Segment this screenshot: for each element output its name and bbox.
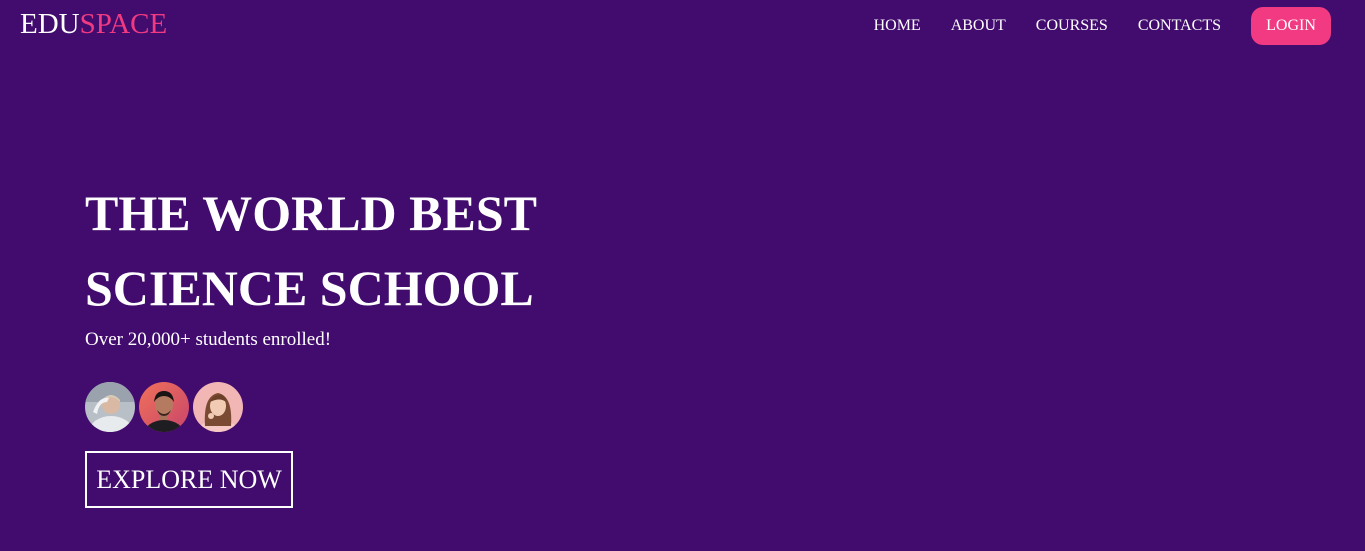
hero-title-line1: THE WORLD BEST	[85, 185, 538, 241]
explore-now-button[interactable]: EXPLORE NOW	[85, 451, 293, 508]
brand-logo-part1: EDU	[20, 8, 80, 40]
brand-logo-part2: SPACE	[79, 8, 168, 40]
nav-about[interactable]: ABOUT	[951, 17, 1006, 35]
nav-courses[interactable]: COURSES	[1036, 17, 1108, 35]
nav-contacts[interactable]: CONTACTS	[1138, 17, 1221, 35]
main-nav: HOME ABOUT COURSES CONTACTS LOGIN	[874, 7, 1331, 45]
student-avatars	[85, 382, 537, 432]
hero-subtitle: Over 20,000+ students enrolled!	[85, 329, 332, 350]
avatar	[193, 382, 243, 432]
nav-home[interactable]: HOME	[874, 17, 921, 35]
hero-title-line2: SCIENCE SCHOOL	[85, 260, 534, 316]
avatar	[85, 382, 135, 432]
avatar	[139, 382, 189, 432]
brand-logo[interactable]: EDUSPACE	[20, 7, 167, 41]
hero-section: THE WORLD BEST SCIENCE SCHOOL Over 20,00…	[85, 176, 537, 508]
login-button[interactable]: LOGIN	[1251, 7, 1331, 45]
hero-title: THE WORLD BEST SCIENCE SCHOOL	[85, 176, 537, 326]
